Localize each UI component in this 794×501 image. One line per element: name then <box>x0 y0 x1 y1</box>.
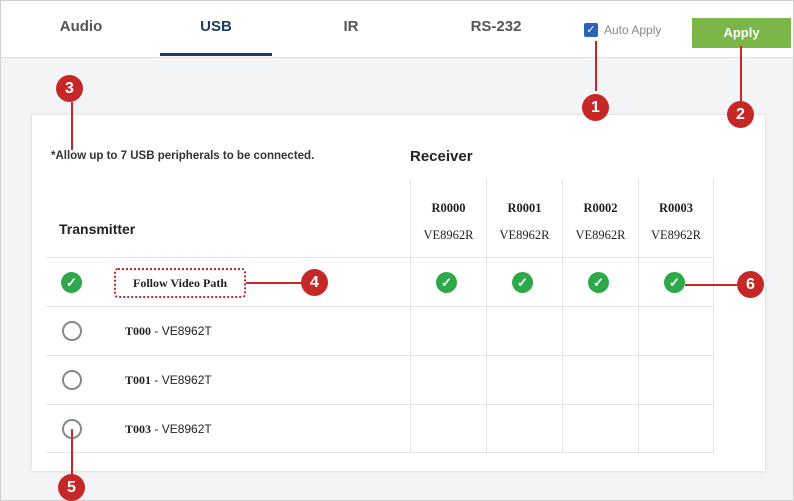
column-divider <box>486 258 487 453</box>
usb-limit-note: *Allow up to 7 USB peripherals to be con… <box>51 150 315 162</box>
column-divider <box>562 258 563 453</box>
auto-apply-label: Auto Apply <box>604 23 662 37</box>
callout-1-line <box>595 41 597 91</box>
receiver-id: R0002 <box>583 201 618 215</box>
r0000-connected-check-icon[interactable]: ✓ <box>436 272 457 293</box>
transmitter-separator: - <box>154 422 162 436</box>
receiver-column-r0000: R0000 VE8962R <box>410 179 486 257</box>
callout-1-badge: 1 <box>582 94 609 121</box>
transmitter-model: VE8962T <box>161 422 212 436</box>
transmitter-t003-label: T003 - VE8962T <box>125 422 212 437</box>
receiver-id: R0001 <box>507 201 542 215</box>
auto-apply-toggle[interactable]: ✓ Auto Apply <box>584 23 661 37</box>
callout-3-badge: 3 <box>56 75 83 102</box>
receiver-id: R0000 <box>431 201 466 215</box>
receiver-id: R0003 <box>658 201 694 215</box>
transmitter-t000-radio[interactable] <box>62 321 82 341</box>
column-divider <box>638 258 639 453</box>
callout-5-line <box>71 429 73 475</box>
tab-audio[interactable]: Audio <box>51 18 111 58</box>
callout-2-line <box>740 46 742 101</box>
receiver-column-r0003: R0003 VE8962R <box>638 179 714 257</box>
receiver-heading: Receiver <box>410 148 473 165</box>
receiver-column-r0001: R0001 VE8962R <box>486 179 562 257</box>
transmitter-id: T000 <box>125 324 152 338</box>
checkbox-checked-icon[interactable]: ✓ <box>584 23 598 37</box>
transmitter-separator: - <box>154 373 162 387</box>
transmitter-t000-label: T000 - VE8962T <box>125 324 212 339</box>
callout-5-badge: 5 <box>58 474 85 501</box>
transmitter-t001-radio[interactable] <box>62 370 82 390</box>
tab-bar: Audio USB IR RS-232 ✓ Auto Apply Apply <box>1 1 793 58</box>
callout-6-line <box>685 284 737 286</box>
callout-2-badge: 2 <box>727 101 754 128</box>
transmitter-id: T003 <box>125 422 152 436</box>
r0001-connected-check-icon[interactable]: ✓ <box>512 272 533 293</box>
receiver-model: VE8962R <box>423 228 474 242</box>
follow-video-path-radio-selected-icon[interactable]: ✓ <box>61 272 82 293</box>
tab-usb[interactable]: USB <box>181 18 251 58</box>
tab-ir[interactable]: IR <box>331 18 371 58</box>
column-divider <box>410 258 411 453</box>
callout-4-badge: 4 <box>301 269 328 296</box>
apply-button[interactable]: Apply <box>692 18 791 48</box>
transmitter-id: T001 <box>125 373 152 387</box>
callout-4-line <box>246 282 301 284</box>
transmitter-model: VE8962T <box>161 373 212 387</box>
transmitter-heading: Transmitter <box>59 221 136 237</box>
receiver-model: VE8962R <box>575 228 626 242</box>
column-divider <box>713 258 714 453</box>
r0003-connected-check-icon[interactable]: ✓ <box>664 272 685 293</box>
receiver-column-r0002: R0002 VE8962R <box>562 179 638 257</box>
tab-rs232[interactable]: RS-232 <box>461 18 531 58</box>
callout-6-badge: 6 <box>737 271 764 298</box>
r0002-connected-check-icon[interactable]: ✓ <box>588 272 609 293</box>
callout-3-line <box>71 102 73 150</box>
tab-usb-underline <box>160 53 272 56</box>
transmitter-model: VE8962T <box>161 324 212 338</box>
transmitter-t001-label: T001 - VE8962T <box>125 373 212 388</box>
follow-video-path-label: Follow Video Path <box>114 268 246 298</box>
usb-settings-window: Audio USB IR RS-232 ✓ Auto Apply Apply *… <box>0 0 794 501</box>
receiver-model: VE8962R <box>651 228 701 242</box>
transmitter-separator: - <box>154 324 162 338</box>
receiver-model: VE8962R <box>499 228 550 242</box>
